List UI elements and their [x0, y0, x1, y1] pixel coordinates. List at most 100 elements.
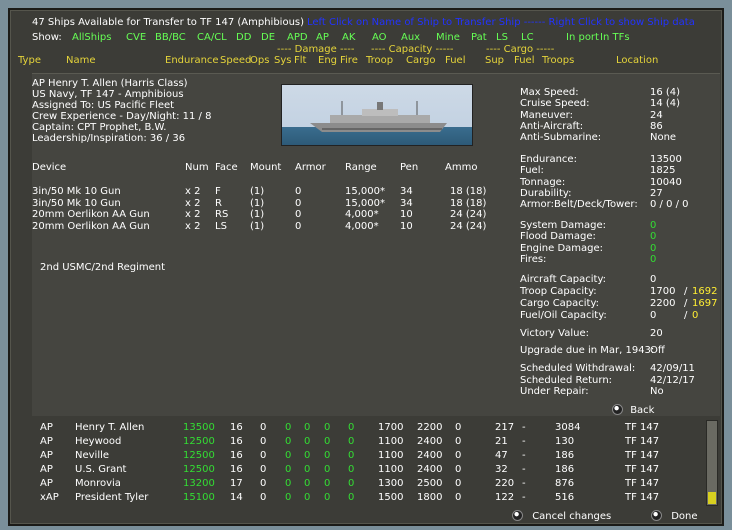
col-cargo[interactable]: Cargo: [406, 55, 436, 66]
ship-row-name[interactable]: U.S. Grant: [75, 464, 126, 475]
filter-ak[interactable]: AK: [342, 32, 355, 43]
ship-row[interactable]: AP Monrovia 13200 17 0 0 0 0 0 1300 2500 0 220- 876 TF…: [32, 478, 704, 492]
filter-aux[interactable]: Aux: [401, 32, 420, 43]
ship-row-type: xAP: [40, 492, 59, 503]
ship-row-name[interactable]: Henry T. Allen: [75, 422, 144, 433]
done-button[interactable]: Done: [651, 510, 698, 522]
ship-row-name[interactable]: Neville: [75, 450, 109, 461]
filter-ca-cl[interactable]: CA/CL: [197, 32, 227, 43]
col-flt[interactable]: Flt: [294, 55, 306, 66]
ship-row-endurance: 12500: [183, 436, 215, 447]
stat-label: Durability:: [520, 187, 572, 199]
col-ops[interactable]: Ops: [250, 55, 269, 66]
ship-leadership: Leadership/Inspiration: 36 / 36: [32, 133, 186, 144]
stat-label: Max Speed:: [520, 87, 579, 98]
back-button-icon: [612, 404, 623, 415]
device-pen: 34: [400, 186, 413, 197]
stat-value: 1825: [650, 165, 676, 177]
filter-lc[interactable]: LC: [521, 32, 534, 43]
stat-value: 14 (4): [650, 98, 681, 110]
device-ammo: 24 (24): [450, 220, 487, 232]
device-mount: (1): [250, 186, 265, 197]
troop-capacity-label: Troop Capacity:: [520, 286, 597, 297]
col-fire[interactable]: Fire: [340, 55, 358, 66]
filter-ls[interactable]: LS: [496, 32, 508, 43]
ship-row-cfuel: -: [522, 450, 526, 461]
device-range: 15,000*: [345, 186, 385, 197]
ship-row-sup: 32: [495, 464, 508, 475]
col-endurance[interactable]: Endurance: [165, 55, 219, 66]
capacity-group-header: ---- Capacity -----: [371, 44, 454, 55]
stat-value: 10040: [650, 176, 682, 188]
filter-bb-bc[interactable]: BB/BC: [155, 32, 186, 43]
filter-all-ships[interactable]: AllShips: [72, 32, 111, 43]
ship-row-fire: 0: [348, 492, 355, 503]
col-sys[interactable]: Sys: [274, 55, 291, 66]
ship-row-ops: 0: [260, 478, 267, 489]
ship-row-name[interactable]: President Tyler: [75, 492, 148, 503]
col-name[interactable]: Name: [66, 55, 96, 66]
filter-ao[interactable]: AO: [372, 32, 387, 43]
ship-row-fire: 0: [348, 422, 355, 433]
ship-row-fuel: 0: [455, 464, 462, 475]
col-troops[interactable]: Troops: [542, 55, 574, 66]
filter-pat[interactable]: Pat: [471, 32, 487, 43]
ship-row-location: TF 147: [625, 492, 660, 503]
filter-in-port[interactable]: In port: [566, 32, 599, 43]
filter-de[interactable]: DE: [261, 32, 275, 43]
ship-row-name[interactable]: Monrovia: [75, 478, 121, 489]
col-sup[interactable]: Sup: [485, 55, 504, 66]
ship-row-sup: 217: [495, 422, 515, 433]
filter-ap[interactable]: AP: [316, 32, 329, 43]
col-eng[interactable]: Eng: [318, 55, 337, 66]
ship-row[interactable]: AP Henry T. Allen 13500 16 0 0 0 0 0 1700 2200 0 217…: [32, 422, 704, 436]
ship-row-cargo: 2400: [417, 436, 443, 447]
ship-row-troops: 130: [555, 436, 575, 447]
device-face: F: [215, 186, 221, 197]
ship-row-type: AP: [40, 478, 53, 489]
schedule-label: Scheduled Return:: [520, 374, 613, 386]
col-cargo-fuel[interactable]: Fuel: [514, 55, 534, 66]
cancel-button-label: Cancel changes: [532, 510, 612, 522]
damage-label: Flood Damage:: [520, 231, 596, 243]
ship-row[interactable]: AP U.S. Grant 12500 16 0 0 0 0 0 1100 2400 0 32 - 186 T…: [32, 464, 704, 478]
device-device: 3in/50 Mk 10 Gun: [32, 186, 121, 197]
filter-mine[interactable]: Mine: [436, 32, 460, 43]
ship-row-sup: 21: [495, 436, 508, 447]
ship-list-scrollbar[interactable]: [706, 420, 718, 506]
ship-row-ops: 0: [260, 464, 267, 475]
filter-dd[interactable]: DD: [236, 32, 251, 43]
ship-row-eng: 0: [324, 478, 331, 489]
ship-list: AP Henry T. Allen 13500 16 0 0 0 0 0 1700 2200 0 217…: [32, 420, 718, 508]
ship-row[interactable]: xAP President Tyler 15100 14 0 0 0 0 0 1500 1800 0 1…: [32, 492, 704, 506]
col-fuel[interactable]: Fuel: [445, 55, 465, 66]
stat-label: Fuel:: [520, 165, 544, 177]
device-col-mount: Mount: [250, 162, 282, 173]
ship-row-fire: 0: [348, 436, 355, 447]
ship-row-flt: 0: [304, 478, 311, 489]
ship-name-line: AP Henry T. Allen (Harris Class): [32, 78, 188, 89]
device-face: RS: [215, 209, 229, 220]
filter-cve[interactable]: CVE: [126, 32, 146, 43]
cargo-capacity-value: 2200: [650, 298, 676, 309]
ship-row-type: AP: [40, 450, 53, 461]
ship-assigned: Assigned To: US Pacific Fleet: [32, 100, 175, 111]
filter-apd[interactable]: APD: [287, 32, 308, 43]
cancel-changes-button[interactable]: Cancel changes: [512, 510, 611, 522]
col-troop[interactable]: Troop: [366, 55, 393, 66]
ship-navy-line: US Navy, TF 147 - Amphibious: [32, 89, 184, 100]
col-speed[interactable]: Speed: [220, 55, 251, 66]
col-type[interactable]: Type: [18, 55, 41, 66]
col-location[interactable]: Location: [616, 55, 658, 66]
fuel-capacity-available: 0: [692, 310, 699, 321]
ship-row[interactable]: AP Heywood 12500 16 0 0 0 0 0 1100 2400 0 21 - 130 TF 1…: [32, 436, 704, 450]
ship-row-flt: 0: [304, 492, 311, 503]
stat-label: Cruise Speed:: [520, 98, 590, 110]
filter-in-tfs[interactable]: In TFs: [600, 32, 630, 43]
scrollbar-thumb[interactable]: [708, 492, 716, 504]
ship-row-name[interactable]: Heywood: [75, 436, 121, 447]
dialog-title: 47 Ships Available for Transfer to TF 14…: [32, 17, 305, 28]
back-button[interactable]: Back: [612, 404, 654, 416]
stat-value: 16 (4): [650, 87, 681, 98]
ship-row[interactable]: AP Neville 12500 16 0 0 0 0 0 1100 2400 0 47 - 186 TF 1…: [32, 450, 704, 464]
